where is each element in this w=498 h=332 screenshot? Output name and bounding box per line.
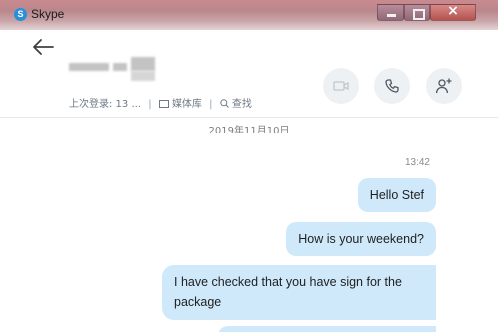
minimize-button[interactable] [377,4,404,21]
video-icon [333,81,349,91]
search-link[interactable]: 查找 [219,99,252,110]
add-people-button[interactable] [426,68,462,104]
skype-window: S Skype 上次登录: 13 ... | 媒体库 | [0,0,498,332]
message-bubble[interactable]: I have checked that you have sign for th… [162,265,436,320]
gallery-label: 媒体库 [171,99,202,110]
close-button[interactable] [430,3,476,21]
message-bubble[interactable]: Hello Stef [357,178,436,212]
maximize-button[interactable] [404,4,430,21]
message-timestamp: 13:42 [404,157,430,168]
date-separator: 2019年11月10日 [0,121,498,133]
message-bubble[interactable] [218,326,436,332]
search-icon [219,99,229,108]
video-call-button[interactable] [323,68,359,104]
contact-status-line: 上次登录: 13 ... | 媒体库 | 查找 [69,99,252,110]
message-bubble[interactable]: How is your weekend? [286,222,436,256]
title-bar[interactable]: S Skype [0,0,498,30]
phone-icon [385,79,399,93]
add-person-icon [435,78,452,94]
search-label: 查找 [231,99,252,110]
last-seen-text: 上次登录: 13 ... [69,99,141,110]
back-arrow-icon[interactable] [31,38,55,56]
gallery-link[interactable]: 媒体库 [158,99,205,110]
date-separator-text: 2019年11月10日 [208,126,290,133]
chat-header: 上次登录: 13 ... | 媒体库 | 查找 [0,30,498,118]
contact-name[interactable] [69,57,155,81]
gallery-icon [158,100,169,108]
skype-logo-icon: S [14,8,27,21]
voice-call-button[interactable] [374,68,410,104]
window-title: Skype [31,7,65,21]
